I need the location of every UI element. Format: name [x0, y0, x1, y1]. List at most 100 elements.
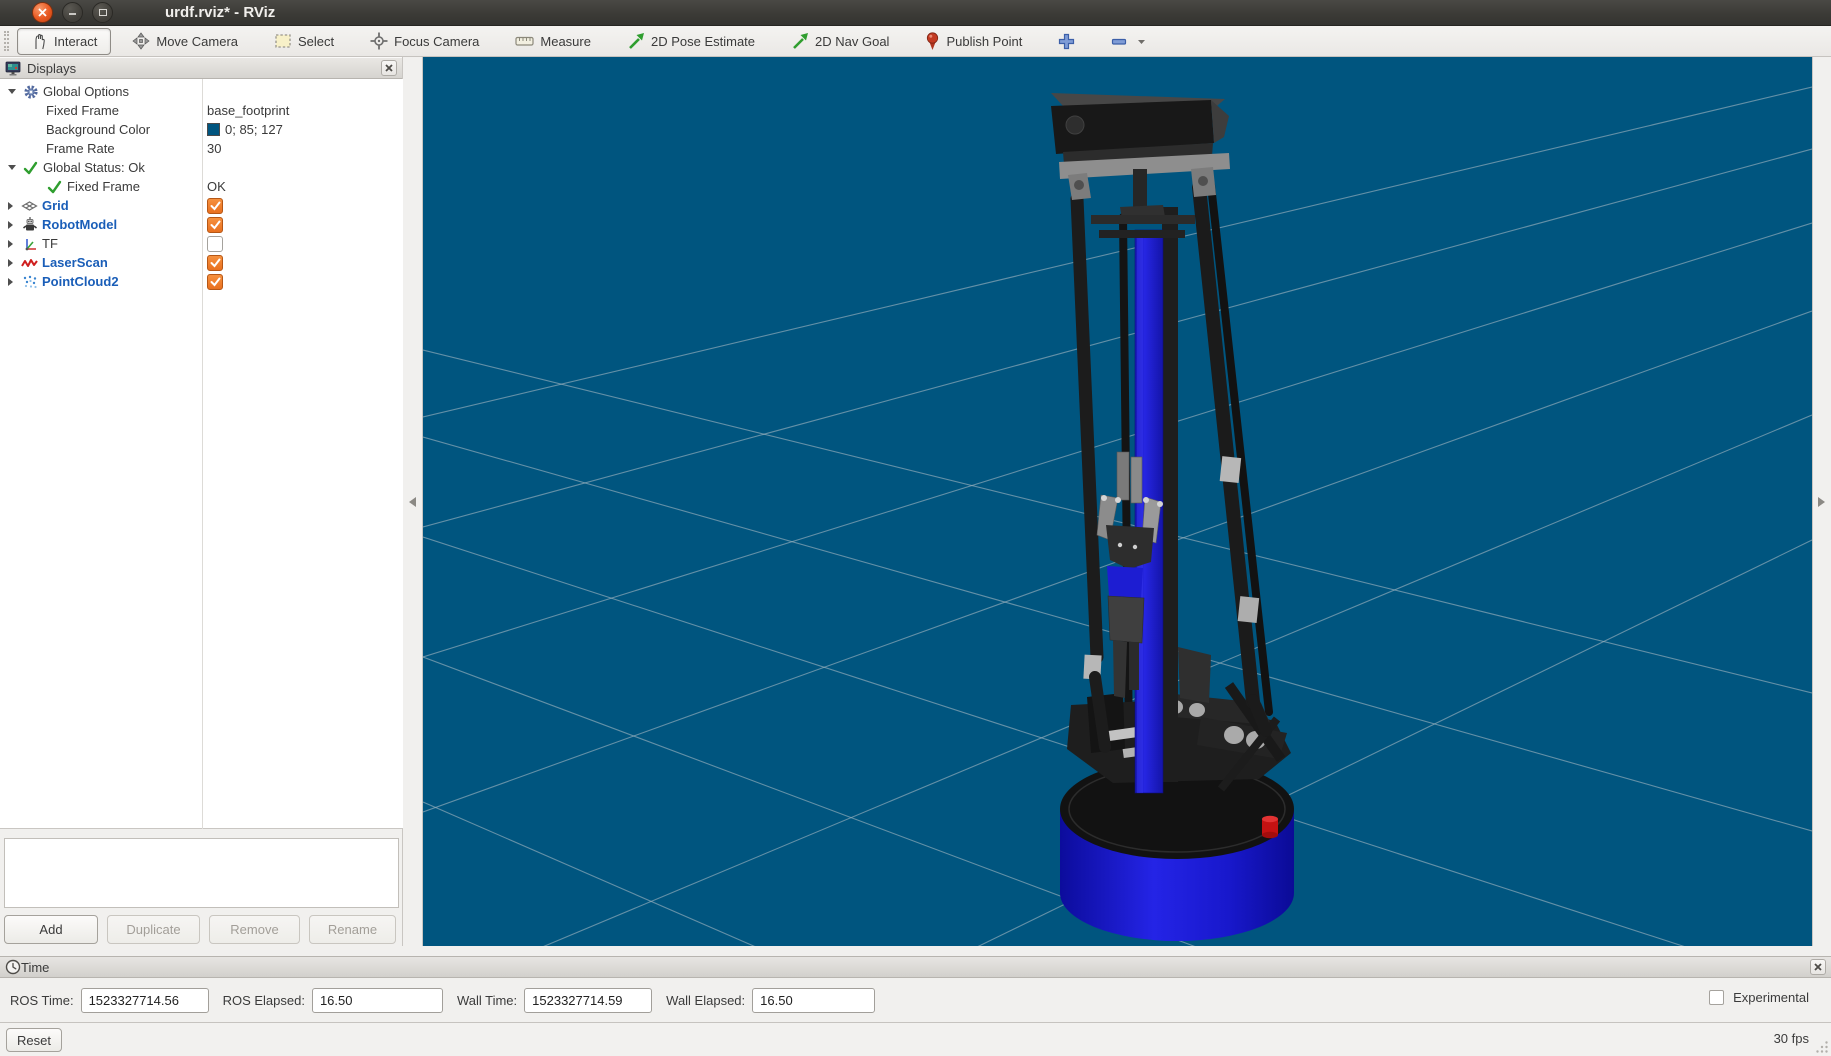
time-panel-header[interactable]: Time	[0, 956, 1831, 978]
experimental-label: Experimental	[1733, 990, 1809, 1005]
time-panel-title: Time	[21, 960, 49, 975]
move-arrows-icon	[132, 32, 150, 50]
time-panel-close-button[interactable]	[1810, 959, 1826, 975]
resize-grip[interactable]	[1815, 1040, 1829, 1054]
gear-icon	[22, 83, 39, 100]
pointcloud-icon	[21, 273, 38, 290]
row-label: Background Color	[46, 122, 150, 137]
left-panel-splitter[interactable]	[403, 57, 423, 946]
map-pin-icon	[925, 32, 940, 51]
publish-point-tool-button[interactable]: Publish Point	[914, 28, 1033, 55]
displays-button-row: Add Duplicate Remove Rename	[4, 915, 403, 944]
robotmodel-enabled-checkbox[interactable]	[207, 217, 223, 233]
expander-icon[interactable]	[8, 202, 13, 210]
crosshair-icon	[370, 32, 388, 50]
wall-time-label: Wall Time:	[457, 993, 517, 1008]
plus-icon	[1058, 33, 1075, 50]
grid-icon	[21, 197, 38, 214]
collapse-left-arrow-icon[interactable]	[409, 497, 416, 507]
maximize-icon	[99, 9, 107, 16]
checkmark-icon	[210, 201, 221, 211]
selection-box-icon	[274, 32, 292, 50]
time-fields-row: ROS Time: ROS Elapsed: Wall Time: Wall E…	[10, 986, 889, 1014]
displays-panel-header[interactable]: Displays	[0, 57, 402, 79]
row-label: Global Options	[43, 84, 129, 99]
focus-camera-tool-button[interactable]: Focus Camera	[359, 28, 490, 55]
close-icon	[38, 8, 47, 17]
ros-elapsed-label: ROS Elapsed:	[223, 993, 305, 1008]
nav-goal-tool-label: 2D Nav Goal	[815, 34, 889, 49]
background-color-value[interactable]: 0; 85; 127	[225, 122, 283, 137]
remove-tool-button[interactable]	[1100, 28, 1157, 55]
wall-time-input[interactable]	[524, 988, 652, 1013]
experimental-checkbox[interactable]	[1709, 990, 1724, 1005]
checkmark-icon	[210, 258, 221, 268]
grid-enabled-checkbox[interactable]	[207, 198, 223, 214]
color-swatch[interactable]	[207, 123, 220, 136]
status-bar: Reset 30 fps	[0, 1022, 1831, 1056]
window-title: urdf.rviz* - RViz	[165, 4, 275, 21]
check-icon	[46, 178, 63, 195]
add-tool-button[interactable]	[1047, 28, 1086, 55]
expander-icon[interactable]	[8, 165, 16, 170]
ros-time-input[interactable]	[81, 988, 209, 1013]
toolbar-drag-handle[interactable]	[4, 31, 9, 51]
collapse-right-arrow-icon[interactable]	[1818, 497, 1825, 507]
duplicate-display-button[interactable]: Duplicate	[107, 915, 200, 944]
window-close-button[interactable]	[32, 2, 53, 23]
nav-goal-tool-button[interactable]: 2D Nav Goal	[780, 28, 900, 55]
wall-elapsed-label: Wall Elapsed:	[666, 993, 745, 1008]
ros-elapsed-input[interactable]	[312, 988, 443, 1013]
measure-tool-button[interactable]: Measure	[504, 28, 602, 55]
rename-display-button[interactable]: Rename	[309, 915, 396, 944]
measure-tool-label: Measure	[540, 34, 591, 49]
displays-panel-close-button[interactable]	[381, 60, 397, 76]
wall-elapsed-field: Wall Elapsed:	[666, 988, 875, 1013]
select-tool-button[interactable]: Select	[263, 28, 345, 55]
window-maximize-button[interactable]	[92, 2, 113, 23]
laserscan-icon	[21, 254, 38, 271]
3d-viewport[interactable]	[423, 57, 1812, 946]
row-label: PointCloud2	[42, 274, 119, 289]
robot-model	[1051, 93, 1294, 941]
row-label: Fixed Frame	[46, 103, 119, 118]
laserscan-enabled-checkbox[interactable]	[207, 255, 223, 271]
pointcloud2-enabled-checkbox[interactable]	[207, 274, 223, 290]
close-icon	[385, 64, 393, 72]
move-camera-tool-button[interactable]: Move Camera	[121, 28, 249, 55]
row-label: Global Status: Ok	[43, 160, 145, 175]
time-panel: Time ROS Time: ROS Elapsed: Wall Time: W…	[0, 946, 1831, 1022]
robot-icon	[21, 216, 38, 233]
expander-icon[interactable]	[8, 89, 16, 94]
interact-tool-button[interactable]: Interact	[17, 28, 111, 55]
displays-panel-title: Displays	[27, 61, 76, 76]
focus-camera-tool-label: Focus Camera	[394, 34, 479, 49]
wall-time-field: Wall Time:	[457, 988, 652, 1013]
experimental-option: Experimental	[1709, 990, 1809, 1005]
hand-cursor-icon	[31, 32, 48, 50]
interact-tool-label: Interact	[54, 34, 97, 49]
window-minimize-button[interactable]	[62, 2, 83, 23]
tf-enabled-checkbox[interactable]	[207, 236, 223, 252]
robot-base	[1060, 759, 1294, 941]
expander-icon[interactable]	[8, 240, 13, 248]
close-icon	[1814, 963, 1822, 971]
frame-rate-value[interactable]: 30	[207, 141, 221, 156]
row-label: Frame Rate	[46, 141, 115, 156]
move-camera-tool-label: Move Camera	[156, 34, 238, 49]
wall-elapsed-input[interactable]	[752, 988, 875, 1013]
add-display-button[interactable]: Add	[4, 915, 98, 944]
expander-icon[interactable]	[8, 278, 13, 286]
row-label: RobotModel	[42, 217, 117, 232]
reset-button[interactable]: Reset	[6, 1028, 62, 1052]
right-panel-splitter[interactable]	[1812, 57, 1831, 946]
chevron-down-icon	[1137, 33, 1146, 50]
fixed-frame-value[interactable]: base_footprint	[207, 103, 289, 118]
tree-column-divider	[202, 79, 203, 829]
expander-icon[interactable]	[8, 221, 13, 229]
pose-estimate-tool-button[interactable]: 2D Pose Estimate	[616, 28, 766, 55]
base-red-button	[1262, 816, 1278, 838]
remove-display-button[interactable]: Remove	[209, 915, 300, 944]
row-label: LaserScan	[42, 255, 108, 270]
expander-icon[interactable]	[8, 259, 13, 267]
